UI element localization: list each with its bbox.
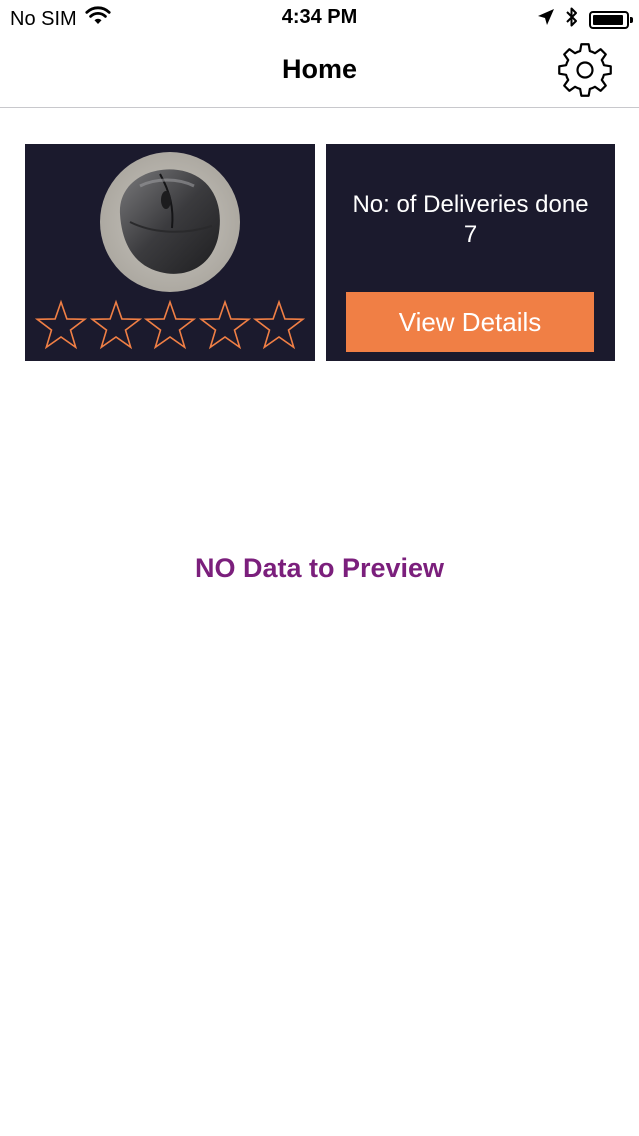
empty-state-message: NO Data to Preview [194, 553, 445, 583]
location-arrow-icon [537, 8, 555, 31]
view-details-button[interactable]: View Details [346, 292, 594, 352]
avatar [100, 152, 240, 292]
page-title: Home [281, 54, 357, 84]
battery-icon [589, 10, 633, 29]
deliveries-label: No: of Deliveries done [352, 191, 589, 218]
star-icon[interactable] [252, 299, 306, 351]
deliveries-count: 7 [463, 221, 478, 248]
status-right [537, 6, 633, 33]
status-bar: No SIM 4:34 PM [0, 0, 639, 36]
deliveries-summary: No: of Deliveries done 7 [326, 190, 615, 250]
settings-button[interactable] [557, 42, 613, 98]
navigation-bar: Home [0, 36, 639, 108]
star-icon[interactable] [143, 299, 197, 351]
profile-card [25, 144, 315, 361]
star-icon[interactable] [198, 299, 251, 351]
bluetooth-icon [565, 6, 579, 33]
gear-icon [557, 43, 613, 102]
deliveries-card: No: of Deliveries done 7 View Details [326, 144, 615, 361]
star-icon[interactable] [89, 299, 142, 351]
star-icon[interactable] [34, 299, 88, 351]
rating-stars[interactable] [34, 299, 306, 353]
